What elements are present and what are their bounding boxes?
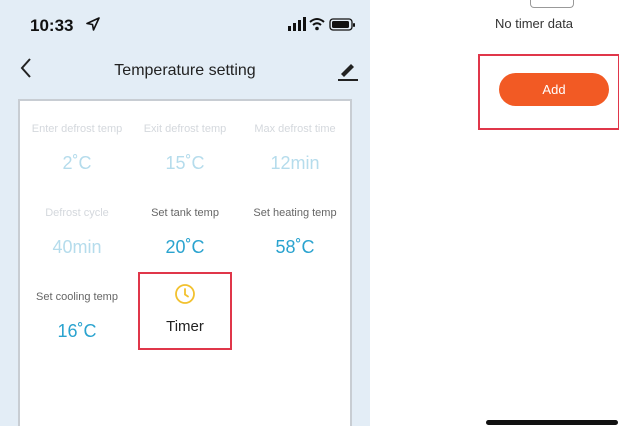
timer-label: Timer	[166, 318, 204, 335]
setting-enter-defrost-temp[interactable]: Enter defrost temp 2˚C	[22, 123, 132, 174]
status-bar: 10:33	[0, 0, 370, 52]
phone-screen: 10:33 Temperature setting Enter defrost …	[0, 0, 370, 426]
setting-tank-temp[interactable]: Set tank temp 20˚C	[130, 207, 240, 258]
home-indicator[interactable]	[486, 420, 618, 425]
page-title: Temperature setting	[114, 62, 256, 79]
setting-value: 2˚C	[62, 153, 92, 173]
setting-cooling-temp[interactable]: Set cooling temp 16˚C	[22, 291, 132, 342]
setting-label: Set heating temp	[253, 207, 337, 219]
add-highlight-frame: Add	[478, 54, 619, 130]
clock-icon	[175, 284, 195, 304]
setting-value: 16˚C	[57, 321, 97, 341]
setting-exit-defrost-temp[interactable]: Exit defrost temp 15˚C	[130, 123, 240, 174]
nav-bar: Temperature setting	[0, 52, 370, 90]
signal-wifi-battery-icon	[288, 17, 355, 31]
setting-heating-temp[interactable]: Set heating temp 58˚C	[240, 207, 350, 258]
setting-label: Set tank temp	[151, 207, 219, 219]
setting-label: Defrost cycle	[45, 207, 109, 219]
no-timer-text: No timer data	[495, 16, 574, 31]
setting-label: Exit defrost temp	[143, 123, 227, 135]
setting-label: Set cooling temp	[36, 291, 118, 303]
setting-value: 15˚C	[165, 153, 205, 173]
add-button[interactable]: Add	[499, 73, 609, 106]
setting-defrost-cycle[interactable]: Defrost cycle 40min	[22, 207, 132, 258]
location-arrow-icon	[86, 17, 100, 31]
timer-page: No timer data Add	[370, 0, 619, 426]
setting-max-defrost-time[interactable]: Max defrost time 12min	[240, 123, 350, 174]
timer-button[interactable]: Timer	[138, 272, 232, 350]
status-time: 10:33	[30, 16, 74, 35]
edit-pen-icon[interactable]	[336, 60, 360, 82]
setting-label: Enter defrost temp	[31, 123, 123, 135]
setting-label: Max defrost time	[254, 123, 336, 135]
setting-value: 12min	[270, 153, 320, 173]
setting-value: 58˚C	[275, 237, 315, 257]
setting-value: 40min	[52, 237, 102, 257]
setting-value: 20˚C	[165, 237, 205, 257]
settings-panel: Enter defrost temp 2˚C Exit defrost temp…	[18, 99, 352, 426]
empty-state-graphic	[530, 0, 574, 8]
